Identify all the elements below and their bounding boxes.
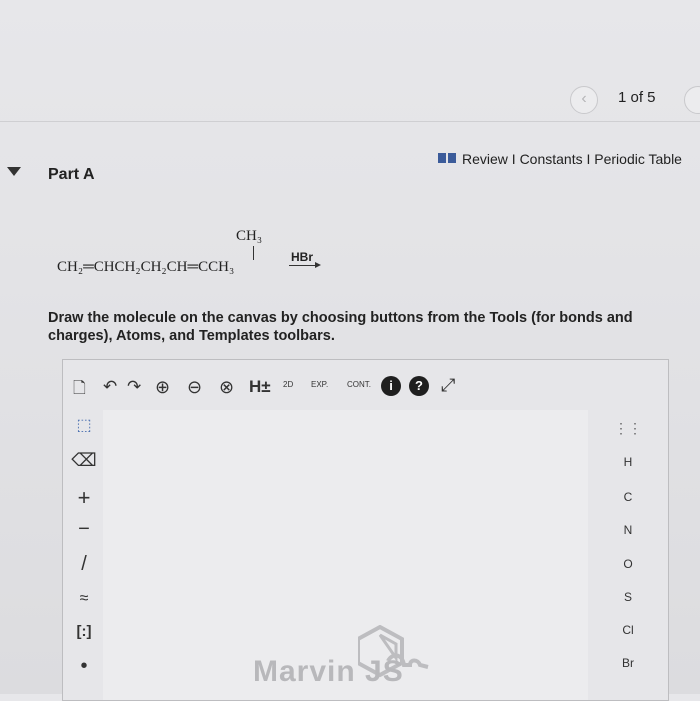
info-icon[interactable]: i	[381, 376, 401, 396]
electron-tool[interactable]: •	[67, 655, 101, 678]
next-button[interactable]	[684, 86, 700, 114]
charge-plus-tool[interactable]: +	[67, 485, 101, 511]
undo-icon[interactable]: ↶	[103, 377, 117, 397]
atom-h-button[interactable]: H	[608, 455, 648, 469]
collapse-caret-icon[interactable]	[7, 167, 21, 176]
reaction-arrow	[289, 262, 321, 268]
instructions-text: Draw the molecule on the canvas by choos…	[48, 310, 633, 344]
zoom-out-icon[interactable]: ⊖	[187, 377, 202, 398]
expand-icon[interactable]: EXP.	[311, 380, 328, 389]
new-document-icon[interactable]: 🗋	[73, 377, 86, 404]
marvin-editor: 🗋 ↶ ↷ ⊕ ⊖ ⊗ H± 2D EXP. CONT. i ? ⤢ ⬚ ⌫ +…	[62, 359, 669, 701]
chain-tool[interactable]: ≈	[67, 590, 101, 608]
methyl-substituent: CH₃	[236, 228, 263, 244]
previous-button[interactable]: ‹	[570, 86, 598, 114]
fullscreen-icon[interactable]: ⤢	[441, 375, 455, 396]
divider	[0, 121, 700, 122]
atom-o-button[interactable]: O	[608, 557, 648, 571]
top-toolbar: 🗋 ↶ ↷ ⊕ ⊖ ⊗ H± 2D EXP. CONT. i ? ⤢	[63, 360, 668, 410]
atom-cl-button[interactable]: Cl	[608, 623, 648, 637]
atom-s-button[interactable]: S	[608, 590, 648, 604]
pager: ‹ 1 of 5	[570, 84, 700, 114]
help-icon[interactable]: ?	[409, 376, 429, 396]
canvas-watermark: Marvin JS	[253, 655, 404, 688]
atom-br-button[interactable]: Br	[608, 656, 648, 670]
select-tool[interactable]: ⬚	[67, 415, 101, 435]
resource-links-text[interactable]: Review I Constants I Periodic Table	[462, 151, 682, 167]
redo-icon[interactable]: ↷	[127, 377, 141, 397]
substituent-bond	[253, 246, 254, 260]
periodic-table-icon[interactable]: ⋮⋮	[608, 420, 648, 437]
zoom-in-icon[interactable]: ⊕	[155, 377, 170, 398]
left-toolbar: ⬚ ⌫ + − / ≈ [:] •	[63, 410, 103, 700]
single-bond-tool[interactable]: /	[67, 553, 101, 576]
page-count: 1 of 5	[618, 89, 656, 106]
clean-2d-icon[interactable]: 2D	[283, 380, 293, 389]
atoms-toolbar: ⋮⋮ H C N O S Cl Br	[608, 410, 648, 700]
atom-c-button[interactable]: C	[608, 490, 648, 504]
atom-n-button[interactable]: N	[608, 523, 648, 537]
reactant-formula: CH₂═CHCH₂CH₂CH═CCH₃	[57, 259, 235, 275]
clear-icon[interactable]: ⊗	[219, 377, 234, 398]
erase-tool[interactable]: ⌫	[67, 450, 101, 471]
contract-icon[interactable]: CONT.	[347, 380, 371, 389]
part-title: Part A	[48, 166, 95, 183]
reagent-label: HBr	[291, 250, 314, 264]
hydrogen-toggle[interactable]: H±	[249, 377, 271, 397]
bracket-tool[interactable]: [:]	[67, 623, 101, 640]
resource-links[interactable]: Review I Constants I Periodic Table	[438, 151, 682, 167]
book-icon	[438, 153, 456, 164]
charge-minus-tool[interactable]: −	[67, 518, 101, 541]
